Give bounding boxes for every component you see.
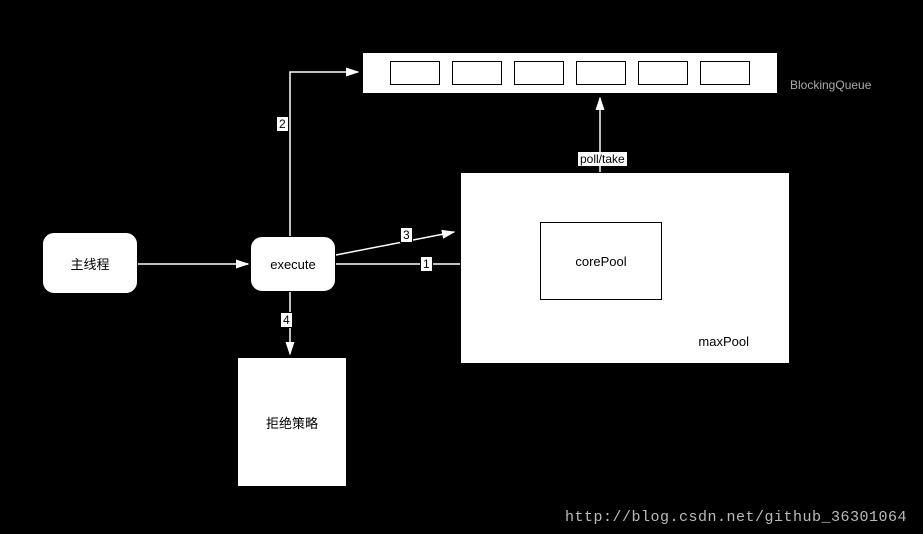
queue-slot bbox=[638, 61, 688, 85]
watermark-text: http://blog.csdn.net/github_36301064 bbox=[565, 509, 907, 526]
node-execute-label: execute bbox=[270, 257, 316, 272]
edge-label-4: 4 bbox=[280, 312, 293, 328]
node-main-thread: 主线程 bbox=[42, 232, 138, 294]
edge-label-1: 1 bbox=[420, 256, 433, 272]
node-max-pool-label: maxPool bbox=[698, 334, 749, 349]
node-main-thread-label: 主线程 bbox=[70, 254, 109, 273]
edge-label-2: 2 bbox=[276, 116, 289, 132]
node-core-pool-label: corePool bbox=[575, 254, 626, 269]
node-blocking-queue bbox=[362, 52, 778, 94]
edge-label-3: 3 bbox=[400, 227, 413, 243]
node-blocking-queue-label: BlockingQueue bbox=[790, 78, 871, 92]
queue-slot bbox=[390, 61, 440, 85]
node-core-pool: corePool bbox=[540, 222, 662, 300]
node-execute: execute bbox=[250, 236, 336, 292]
edge-label-poll-take: poll/take bbox=[578, 152, 627, 166]
queue-slot bbox=[700, 61, 750, 85]
queue-slot bbox=[452, 61, 502, 85]
queue-slot bbox=[514, 61, 564, 85]
node-reject-policy-label: 拒绝策略 bbox=[266, 413, 318, 432]
node-reject-policy: 拒绝策略 bbox=[237, 357, 347, 487]
queue-slot bbox=[576, 61, 626, 85]
